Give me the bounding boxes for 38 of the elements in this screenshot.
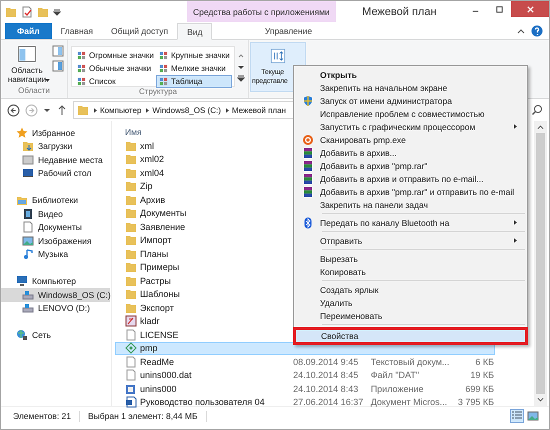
file-name: Растры (140, 276, 172, 286)
group-label: Структура (138, 87, 178, 98)
file-name: kladr (140, 316, 161, 326)
file-name: xml02 (140, 154, 166, 164)
file-name: ReadMe (140, 356, 176, 367)
file-name: Шаблоны (140, 289, 181, 300)
file-name: Документы (140, 208, 188, 218)
item-count: Элементов: 21 (13, 411, 71, 421)
type-cell-text: Приложение (370, 384, 424, 394)
date-cell-text: 24.10.2014 8:43 (293, 384, 360, 394)
group-label: Области (17, 86, 51, 97)
date-cell-text: 24.10.2014 8:45 (293, 370, 360, 380)
file-name: xml04 (140, 168, 166, 178)
file-name: Заявление (140, 222, 186, 232)
date-cell-text: 08.09.2014 9:45 (293, 356, 360, 367)
size-cell-text: 19 КБ (469, 370, 494, 380)
file-name: Zip (140, 181, 154, 192)
selection-info: Выбран 1 элемент: 8,44 МБ (88, 411, 198, 421)
file-name: Планы (140, 248, 170, 259)
type-cell-text: Документ Micros... (370, 397, 448, 408)
file-name: Руководство пользователя 04 (140, 397, 266, 408)
type-cell-text: Файл "DAT" (370, 370, 420, 380)
file-name: pmp (140, 343, 159, 354)
file-name: xml (140, 140, 155, 151)
size-cell-text: 699 КБ (464, 384, 494, 394)
file-name: Примеры (140, 262, 180, 272)
size-cell-text: 6 КБ (474, 356, 494, 367)
size-cell-text: 3 795 КБ (456, 397, 494, 408)
type-cell-text: Текстовый докум... (370, 356, 450, 367)
file-name: unins000 (140, 384, 178, 394)
contextual-tab-group: Средства работы с приложениями (187, 1, 336, 22)
window-title: Межевой план (361, 6, 438, 18)
file-name: unins000.dat (140, 370, 193, 380)
file-name: LICENSE (140, 330, 180, 340)
file-name: Экспорт (140, 302, 175, 313)
file-name: Архив (140, 194, 166, 205)
date-cell-text: 27.06.2014 16:37 (293, 397, 364, 408)
file-name: Импорт (140, 235, 172, 246)
